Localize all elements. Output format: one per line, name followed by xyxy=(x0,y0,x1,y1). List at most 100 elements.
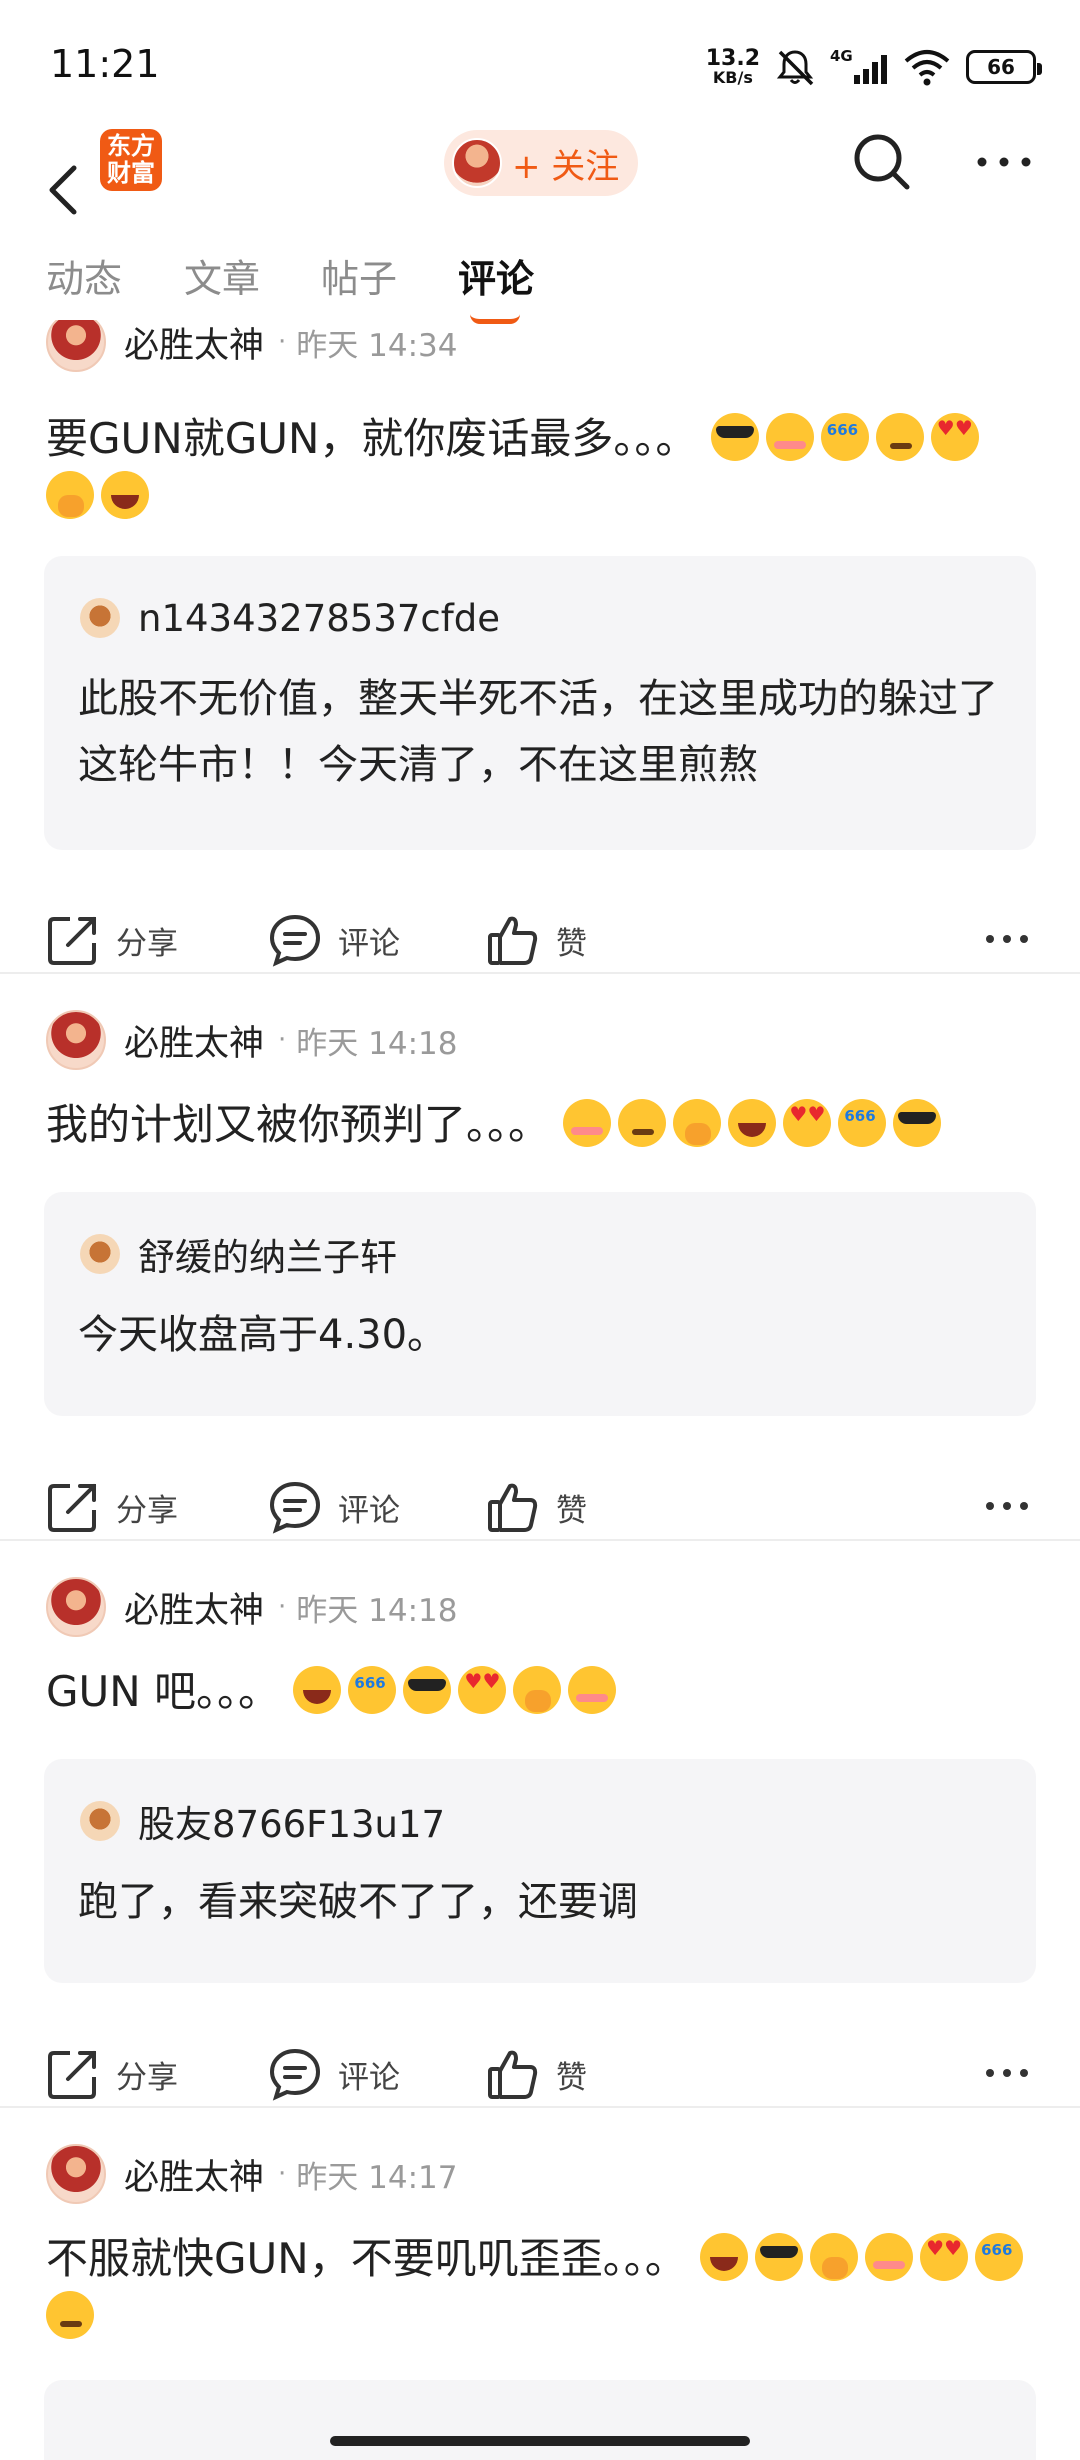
author-name: 必胜太神 xyxy=(124,1023,265,1064)
tab-activity[interactable]: 动态 xyxy=(46,248,122,303)
comment-text: 不服就快GUN，不要叽叽歪歪。。。 xyxy=(46,2221,1036,2346)
like-button[interactable]: 赞 xyxy=(486,910,587,970)
avatar xyxy=(46,1577,106,1637)
quoted-author-name: 舒缓的纳兰子轩 xyxy=(138,1236,397,1279)
grin-emoji-icon xyxy=(293,1666,342,1714)
share-button[interactable]: 分享 xyxy=(46,910,178,970)
quoted-post[interactable]: 舒缓的纳兰子轩 今天收盘高于4.30。 xyxy=(44,1192,1036,1416)
search-icon[interactable] xyxy=(850,130,914,194)
like-label: 赞 xyxy=(556,925,587,962)
hand-emoji-icon xyxy=(673,1099,722,1147)
grin-emoji-icon xyxy=(728,1099,777,1147)
blush-emoji-icon xyxy=(765,413,814,461)
action-row: 分享 评论 赞 xyxy=(0,2044,1080,2104)
quoted-post[interactable] xyxy=(44,2380,1036,2460)
like-button[interactable]: 赞 xyxy=(486,1477,587,1537)
cool-emoji-icon xyxy=(710,413,759,461)
avatar xyxy=(46,320,106,372)
like-label: 赞 xyxy=(556,1492,587,1529)
network-speed-value: 13.2 xyxy=(705,46,760,71)
six-emoji-icon xyxy=(348,1654,397,1714)
hand-emoji-icon xyxy=(810,2233,859,2281)
tab-posts[interactable]: 帖子 xyxy=(321,248,397,303)
thumbs-up-icon xyxy=(488,1483,538,1532)
quoted-author-row: n14343278537cfde xyxy=(80,596,500,640)
comment-feed: 必胜太神 · 昨天 14:34 要GUN就GUN，就你废话最多。。。 n1434… xyxy=(0,320,1080,2460)
heart-emoji-icon xyxy=(458,1666,507,1714)
quoted-avatar xyxy=(80,1234,120,1274)
more-options-icon[interactable] xyxy=(984,1491,1030,1521)
post-time: 昨天 14:34 xyxy=(296,327,458,364)
grin-emoji-icon xyxy=(700,2233,749,2281)
more-options-icon[interactable] xyxy=(984,2058,1030,2088)
quoted-author-name: 股友8766F13u17 xyxy=(138,1803,446,1846)
quoted-avatar xyxy=(80,1801,120,1841)
separator-dot: · xyxy=(278,1592,287,1622)
post-time: 昨天 14:17 xyxy=(296,2159,458,2196)
author-row[interactable]: 必胜太神 · 昨天 14:17 xyxy=(46,2144,457,2204)
author-row[interactable]: 必胜太神 · 昨天 14:18 xyxy=(46,1010,457,1070)
comment-text-content: 不服就快GUN，不要叽叽歪歪。。。 xyxy=(46,2234,687,2283)
logo-text-line2: 财富 xyxy=(107,159,155,187)
user-avatar xyxy=(452,138,502,188)
cool-emoji-icon xyxy=(755,2233,804,2281)
quoted-text: 此股不无价值，整天半死不活，在这里成功的躲过了这轮牛市！！今天清了，不在这里煎熬 xyxy=(78,676,998,788)
tab-articles[interactable]: 文章 xyxy=(184,248,260,303)
share-icon xyxy=(48,1484,96,1532)
comment-card: 必胜太神 · 昨天 14:34 要GUN就GUN，就你废话最多。。。 n1434… xyxy=(0,320,1080,974)
comment-label: 评论 xyxy=(338,925,400,962)
comment-button[interactable]: 评论 xyxy=(268,1477,400,1537)
comment-card: 必胜太神 · 昨天 14:18 GUN 吧。。。 股友8766F13u17 跑了… xyxy=(0,1541,1080,2108)
author-row[interactable]: 必胜太神 · 昨天 14:34 xyxy=(46,320,457,372)
six-emoji-icon xyxy=(820,401,869,461)
tab-comments[interactable]: 评论 xyxy=(458,248,534,303)
more-options-icon[interactable] xyxy=(974,142,1034,182)
back-icon[interactable] xyxy=(36,158,96,222)
grin-emoji-icon xyxy=(101,471,149,519)
comment-text-content: 要GUN就GUN，就你废话最多。。。 xyxy=(46,414,698,463)
wifi-icon xyxy=(904,50,950,86)
share-button[interactable]: 分享 xyxy=(46,1477,178,1537)
thumbs-up-icon xyxy=(488,916,538,965)
logo-text-line1: 东方 xyxy=(107,132,155,160)
six-emoji-icon xyxy=(838,1087,887,1147)
comment-button[interactable]: 评论 xyxy=(268,2044,400,2104)
comment-icon xyxy=(269,1481,321,1534)
emoji-group xyxy=(293,1654,623,1716)
home-indicator[interactable] xyxy=(330,2436,750,2446)
comment-card: 必胜太神 · 昨天 14:17 不服就快GUN，不要叽叽歪歪。。。 xyxy=(0,2108,1080,2460)
cool-emoji-icon xyxy=(403,1666,452,1714)
author-name: 必胜太神 xyxy=(124,1590,265,1631)
more-options-icon[interactable] xyxy=(984,924,1030,954)
follow-label: + 关注 xyxy=(512,146,620,187)
like-button[interactable]: 赞 xyxy=(486,2044,587,2104)
share-button[interactable]: 分享 xyxy=(46,2044,178,2104)
comment-icon xyxy=(269,2048,321,2101)
think-emoji-icon xyxy=(875,413,924,461)
blush-emoji-icon xyxy=(568,1666,617,1714)
quoted-post[interactable]: n14343278537cfde 此股不无价值，整天半死不活，在这里成功的躲过了… xyxy=(44,556,1036,850)
author-row[interactable]: 必胜太神 · 昨天 14:18 xyxy=(46,1577,457,1637)
follow-button[interactable]: + 关注 xyxy=(444,130,638,196)
quoted-author-row: 股友8766F13u17 xyxy=(80,1799,445,1846)
network-speed-unit: KB/s xyxy=(712,68,753,87)
comment-text-content: 我的计划又被你预判了。。。 xyxy=(46,1100,551,1149)
like-label: 赞 xyxy=(556,2059,587,2096)
separator-dot: · xyxy=(278,2159,287,2189)
status-icons: 13.2 KB/s 4G 66 xyxy=(705,42,1042,92)
thumbs-up-icon xyxy=(488,2050,538,2099)
top-nav-bar: 东方 财富 + 关注 xyxy=(0,120,1080,260)
separator-dot: · xyxy=(278,327,287,357)
share-icon xyxy=(48,917,96,965)
network-type-label: 4G xyxy=(830,47,853,65)
quoted-post[interactable]: 股友8766F13u17 跑了，看来突破不了了，还要调 xyxy=(44,1759,1036,1983)
quoted-author-row: 舒缓的纳兰子轩 xyxy=(80,1232,397,1279)
comment-card: 必胜太神 · 昨天 14:18 我的计划又被你预判了。。。 舒缓的纳兰子轩 今天… xyxy=(0,974,1080,1541)
comment-icon xyxy=(269,914,321,967)
mute-icon xyxy=(776,50,814,86)
battery-level: 66 xyxy=(987,55,1015,79)
app-logo: 东方 财富 xyxy=(100,129,162,191)
comment-button[interactable]: 评论 xyxy=(268,910,400,970)
comment-label: 评论 xyxy=(338,1492,400,1529)
emoji-group xyxy=(563,1087,948,1149)
